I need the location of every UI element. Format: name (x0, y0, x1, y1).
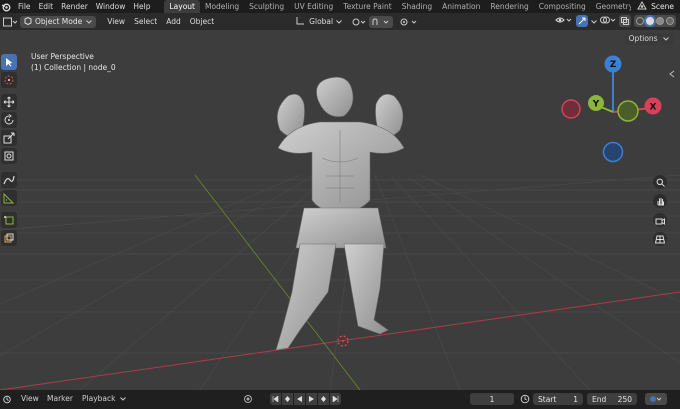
add-object-tool-icon[interactable] (1, 230, 17, 246)
object-mode-label: Object Mode (35, 17, 83, 26)
object-menu[interactable]: Object (187, 16, 217, 28)
viewport-header: Object Mode View Select Add Object Globa… (0, 13, 680, 30)
camera-view-icon[interactable] (653, 213, 667, 227)
viewport-header-right (555, 15, 676, 27)
chevron-down-icon (120, 394, 126, 403)
collection-label: (1) Collection | node_0 (31, 63, 116, 72)
navigation-gizmo[interactable]: Z Y X (552, 52, 672, 172)
menu-render[interactable]: Render (57, 0, 92, 13)
play-icon[interactable] (306, 393, 317, 405)
timeline-marker-menu[interactable]: Marker (47, 394, 73, 403)
tab-animation[interactable]: Animation (437, 0, 485, 13)
view-perspective-label: User Perspective (31, 52, 94, 61)
3d-viewport[interactable]: User Perspective (1) Collection | node_0… (0, 30, 680, 390)
chevron-down-icon (336, 17, 342, 26)
add-cube-tool-icon[interactable] (1, 212, 17, 228)
tab-texture-paint[interactable]: Texture Paint (338, 0, 396, 13)
material-preview-icon[interactable] (656, 17, 664, 25)
chevron-down-icon (86, 17, 93, 26)
transform-tool-icon[interactable] (1, 148, 17, 164)
gizmo-y-label: Y (592, 100, 600, 110)
end-value: 250 (617, 394, 632, 404)
select-menu[interactable]: Select (131, 16, 160, 28)
current-frame-field[interactable]: 1 (470, 393, 514, 405)
proportional-edit-icon[interactable] (397, 16, 421, 28)
wireframe-shading-icon[interactable] (636, 17, 644, 25)
tab-compositing[interactable]: Compositing (534, 0, 591, 13)
rendered-shading-icon[interactable] (666, 17, 674, 25)
scene-selector[interactable]: Scene (631, 0, 680, 13)
perspective-toggle-icon[interactable] (653, 232, 667, 246)
tab-layout[interactable]: Layout (164, 0, 200, 13)
object-mode-icon (24, 16, 32, 27)
visibility-icon[interactable] (555, 15, 573, 27)
options-label: Options (628, 34, 658, 43)
add-menu[interactable]: Add (163, 16, 184, 28)
timeline-view-toggle-icon[interactable] (645, 393, 667, 405)
menu-window[interactable]: Window (92, 0, 130, 13)
blender-logo-icon[interactable] (1, 2, 11, 12)
gizmo-x-label: X (650, 103, 657, 113)
pan-hand-icon[interactable] (653, 194, 667, 208)
orientation-label: Global (309, 17, 334, 26)
rotate-tool-icon[interactable] (1, 112, 17, 128)
shading-mode-group (634, 15, 676, 27)
chevron-down-icon[interactable] (591, 17, 597, 26)
start-frame-field[interactable]: Start 1 (533, 393, 583, 405)
transform-orientation-dropdown[interactable]: Global (293, 16, 345, 28)
scene-icon (637, 0, 647, 12)
playback-label: Playback (82, 394, 116, 403)
chevron-down-icon (663, 34, 669, 43)
options-dropdown[interactable]: Options (623, 33, 674, 45)
object-mode-dropdown[interactable]: Object Mode (20, 15, 97, 28)
tab-uv-editing[interactable]: UV Editing (289, 0, 338, 13)
workspace-tabs: Layout Modeling Sculpting UV Editing Tex… (164, 0, 664, 13)
menu-help[interactable]: Help (129, 0, 154, 13)
orientation-icon (296, 16, 305, 27)
timeline-editor-icon[interactable] (3, 395, 13, 406)
scale-tool-icon[interactable] (1, 130, 17, 146)
playback-controls (270, 393, 341, 405)
play-reverse-icon[interactable] (294, 393, 305, 405)
gizmo-toggle-icon[interactable] (576, 15, 588, 27)
jump-keyframe-back-icon[interactable] (282, 393, 293, 405)
select-tool-icon[interactable] (1, 54, 17, 70)
overlays-icon[interactable] (600, 15, 616, 27)
auto-keying-icon[interactable] (243, 394, 253, 406)
tool-shelf (0, 52, 18, 248)
jump-end-icon[interactable] (330, 393, 341, 405)
move-tool-icon[interactable] (1, 94, 17, 110)
view-menu[interactable]: View (104, 16, 128, 28)
timeline-header: View Marker Playback 1 Start 1 End 250 (0, 390, 680, 409)
jump-start-icon[interactable] (270, 393, 281, 405)
end-frame-field[interactable]: End 250 (587, 393, 637, 405)
end-label: End (592, 394, 607, 404)
jump-keyframe-forward-icon[interactable] (318, 393, 329, 405)
clock-icon[interactable] (520, 394, 530, 406)
measure-tool-icon[interactable] (1, 190, 17, 206)
tab-shading[interactable]: Shading (397, 0, 437, 13)
start-value: 1 (573, 394, 578, 404)
menu-edit[interactable]: Edit (35, 0, 58, 13)
snap-icon[interactable] (369, 15, 394, 28)
pivot-icon[interactable] (349, 16, 369, 28)
tab-sculpting[interactable]: Sculpting (244, 0, 289, 13)
timeline-view-menu[interactable]: View (21, 394, 39, 403)
editor-type-icon[interactable] (0, 16, 20, 28)
tab-rendering[interactable]: Rendering (485, 0, 533, 13)
start-label: Start (538, 394, 557, 404)
gizmo-z-label: Z (610, 60, 617, 70)
tab-modeling[interactable]: Modeling (200, 0, 244, 13)
zoom-icon[interactable] (653, 175, 667, 189)
solid-shading-icon[interactable] (646, 17, 654, 25)
scene-name: Scene (651, 2, 674, 11)
xray-toggle-icon[interactable] (619, 15, 631, 27)
cursor-tool-icon[interactable] (1, 72, 17, 88)
menu-file[interactable]: File (14, 0, 35, 13)
annotate-tool-icon[interactable] (1, 172, 17, 188)
timeline-playback-menu[interactable]: Playback (82, 394, 126, 403)
top-menu-bar: File Edit Render Window Help Layout Mode… (0, 0, 680, 13)
